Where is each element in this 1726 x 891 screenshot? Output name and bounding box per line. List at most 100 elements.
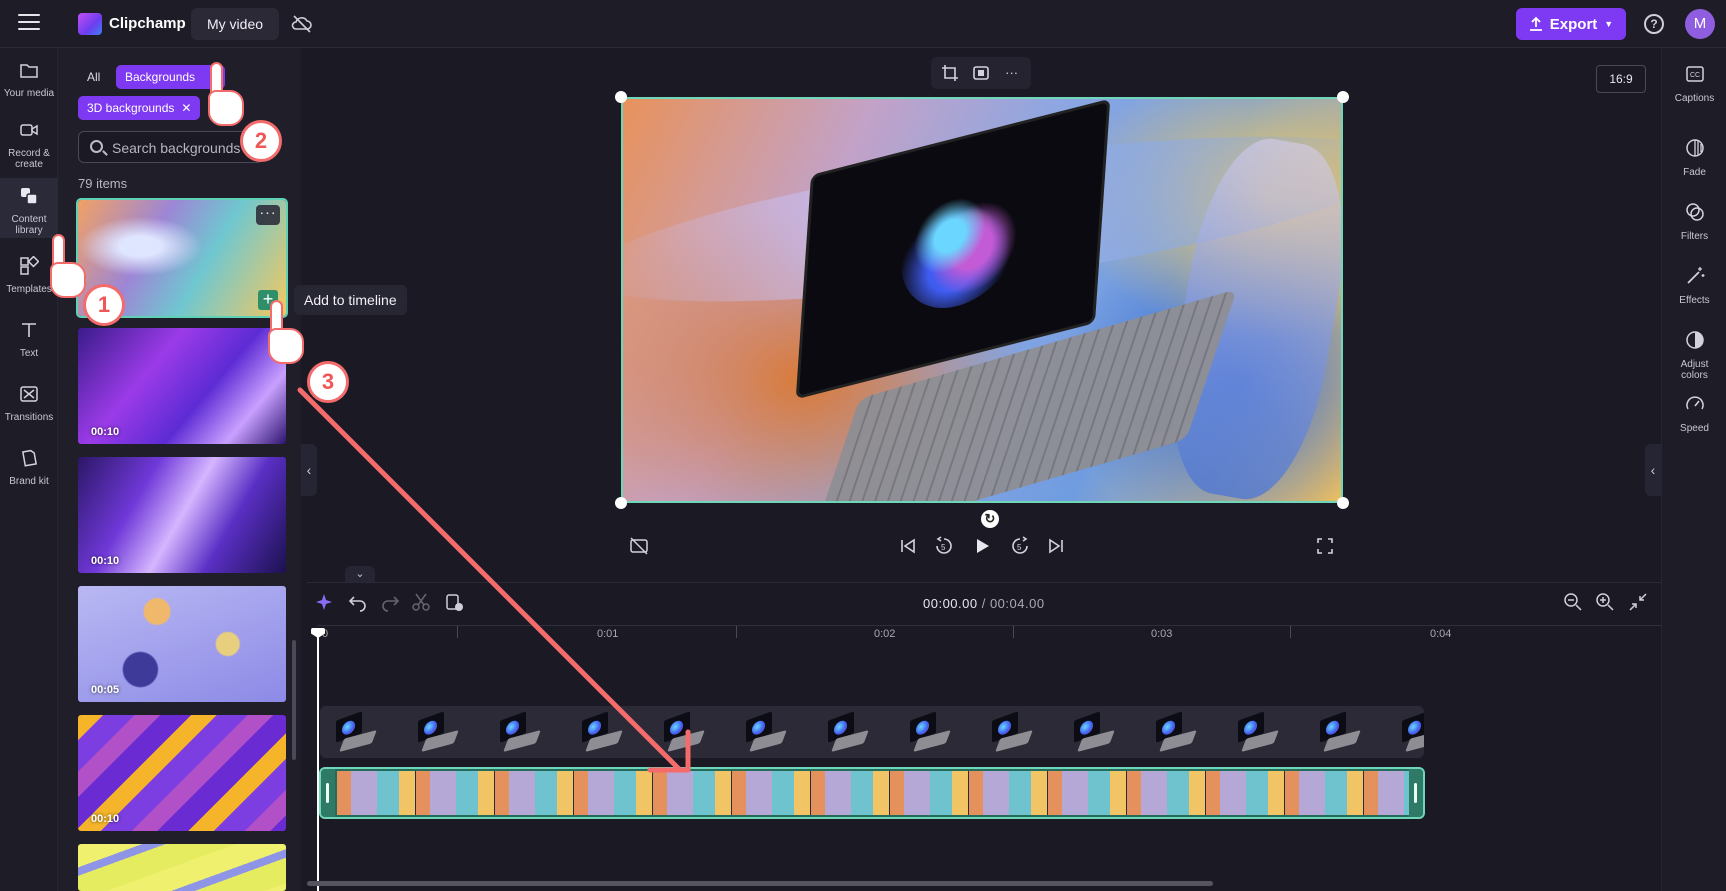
chip-label: 3D backgrounds <box>87 101 175 115</box>
total-time: 00:04.00 <box>989 596 1045 611</box>
timeline-scrollbar[interactable] <box>307 881 1213 886</box>
zoom-in-icon[interactable] <box>1595 592 1615 612</box>
folder-icon <box>20 64 38 78</box>
fullscreen-icon[interactable] <box>1315 536 1335 556</box>
chip-label: Backgrounds <box>125 70 196 84</box>
rail-item-fade[interactable]: Fade <box>1662 138 1726 178</box>
magic-sparkle-icon[interactable] <box>316 592 336 612</box>
project-name-field[interactable]: My video <box>191 8 280 40</box>
aspect-ratio-button[interactable]: 16:9 <box>1596 65 1646 93</box>
more-options-icon[interactable]: ··· <box>1003 64 1021 82</box>
background-thumbnail[interactable] <box>78 844 286 891</box>
brand-kit-icon <box>21 449 37 467</box>
clipchamp-logo <box>78 13 102 35</box>
duration-label: 00:10 <box>91 426 120 438</box>
delete-clip-icon[interactable] <box>444 592 464 612</box>
export-button[interactable]: Export ▼ <box>1516 8 1626 40</box>
background-thumbnail[interactable]: 00:10 <box>78 457 286 573</box>
fit-timeline-icon[interactable] <box>1628 592 1648 612</box>
rail-label: Transitions <box>4 412 54 423</box>
background-thumbnail[interactable]: 00:10 <box>78 715 286 831</box>
resize-handle[interactable] <box>1337 497 1349 509</box>
video-frame-thumbnail <box>658 711 705 752</box>
svg-text:5: 5 <box>1017 543 1022 552</box>
duration-label: 00:10 <box>91 555 120 567</box>
content-library-icon <box>21 188 38 205</box>
video-frame-thumbnail <box>740 711 787 752</box>
trim-handle-right[interactable] <box>1409 769 1423 817</box>
background-thumbnail[interactable]: 00:10 <box>78 328 286 444</box>
background-clip-track[interactable] <box>319 767 1425 819</box>
video-frame-thumbnail <box>1232 711 1279 752</box>
undo-icon[interactable] <box>348 592 368 612</box>
rail-label: Your media <box>3 88 55 99</box>
chevron-left-icon: ‹ <box>1650 462 1656 478</box>
ruler-label: 0:03 <box>1151 628 1173 640</box>
captions-icon: CC <box>1685 66 1704 82</box>
rotate-handle-icon[interactable]: ↻ <box>981 510 999 528</box>
rail-item-captions[interactable]: CC Captions <box>1662 64 1726 104</box>
video-frame-thumbnail <box>1396 711 1424 752</box>
resize-handle[interactable] <box>1337 91 1349 103</box>
split-scissors-icon[interactable] <box>411 592 431 612</box>
cloud-offline-icon[interactable] <box>291 14 313 34</box>
rail-item-speed[interactable]: Speed <box>1662 394 1726 434</box>
chevron-down-icon: ▼ <box>1604 19 1614 29</box>
collapse-left-panel-button[interactable]: ‹ <box>301 444 317 496</box>
rail-label: Effects <box>1679 295 1710 306</box>
add-to-timeline-tooltip: Add to timeline <box>294 285 407 315</box>
search-icon <box>90 140 103 153</box>
redo-icon[interactable] <box>380 592 400 612</box>
rail-item-text[interactable]: Text <box>0 320 58 359</box>
trim-handle-left[interactable] <box>321 769 335 817</box>
rail-item-record-create[interactable]: Record & create <box>0 120 58 170</box>
svg-text:5: 5 <box>941 543 946 552</box>
rail-item-brand-kit[interactable]: Brand kit <box>0 448 58 487</box>
playhead[interactable] <box>317 628 319 891</box>
adjust-colors-icon <box>1685 331 1704 349</box>
crop-icon[interactable] <box>941 64 959 82</box>
rail-item-effects[interactable]: Effects <box>1662 266 1726 306</box>
skip-back-icon[interactable] <box>898 536 918 556</box>
resize-handle[interactable] <box>615 497 627 509</box>
search-box[interactable] <box>78 131 263 163</box>
collapse-timeline-button[interactable]: ⌄ <box>345 566 375 582</box>
brand-name: Clipchamp <box>109 15 186 32</box>
rail-item-your-media[interactable]: Your media <box>0 60 58 99</box>
timeline-ruler <box>317 625 1661 626</box>
forward-5-icon[interactable]: 5 <box>1010 536 1030 556</box>
close-icon[interactable]: ✕ <box>181 96 191 120</box>
play-icon[interactable] <box>972 536 992 556</box>
more-options-button[interactable]: ··· <box>256 205 280 225</box>
fade-icon <box>1685 139 1704 157</box>
video-frame-thumbnail <box>986 711 1033 752</box>
ruler-label: 0:01 <box>597 628 619 640</box>
rail-item-adjust-colors[interactable]: Adjust colors <box>1662 330 1726 381</box>
pointer-hand-icon <box>44 234 86 304</box>
rail-item-filters[interactable]: Filters <box>1662 202 1726 242</box>
rail-item-content-library[interactable]: Content library <box>0 178 58 238</box>
video-preview-canvas[interactable] <box>621 97 1343 503</box>
collapse-right-panel-button[interactable]: ‹ <box>1645 444 1661 496</box>
video-camera-icon <box>20 124 38 136</box>
rewind-5-icon[interactable]: 5 <box>934 536 954 556</box>
rail-label: Content library <box>11 214 47 236</box>
filter-chip-all[interactable]: All <box>78 65 109 89</box>
zoom-out-icon[interactable] <box>1563 592 1583 612</box>
ruler-tick <box>736 626 737 638</box>
video-clip-track[interactable] <box>320 706 1424 758</box>
rail-item-transitions[interactable]: Transitions <box>0 384 58 423</box>
menu-icon[interactable] <box>18 14 40 34</box>
skip-forward-icon[interactable] <box>1046 536 1066 556</box>
avatar[interactable]: M <box>1685 9 1715 39</box>
hide-captions-icon[interactable] <box>629 536 649 556</box>
duration-label: 00:10 <box>91 813 120 825</box>
help-icon[interactable]: ? <box>1644 14 1664 34</box>
fit-icon[interactable] <box>972 64 990 82</box>
background-thumbnail[interactable]: 00:05 <box>78 586 286 702</box>
rail-label: Record & create <box>8 148 50 170</box>
filter-chip-3d-backgrounds[interactable]: 3D backgrounds ✕ <box>78 96 201 120</box>
resize-handle[interactable] <box>615 91 627 103</box>
upload-icon <box>1529 16 1542 31</box>
panel-scrollbar[interactable] <box>292 640 296 760</box>
